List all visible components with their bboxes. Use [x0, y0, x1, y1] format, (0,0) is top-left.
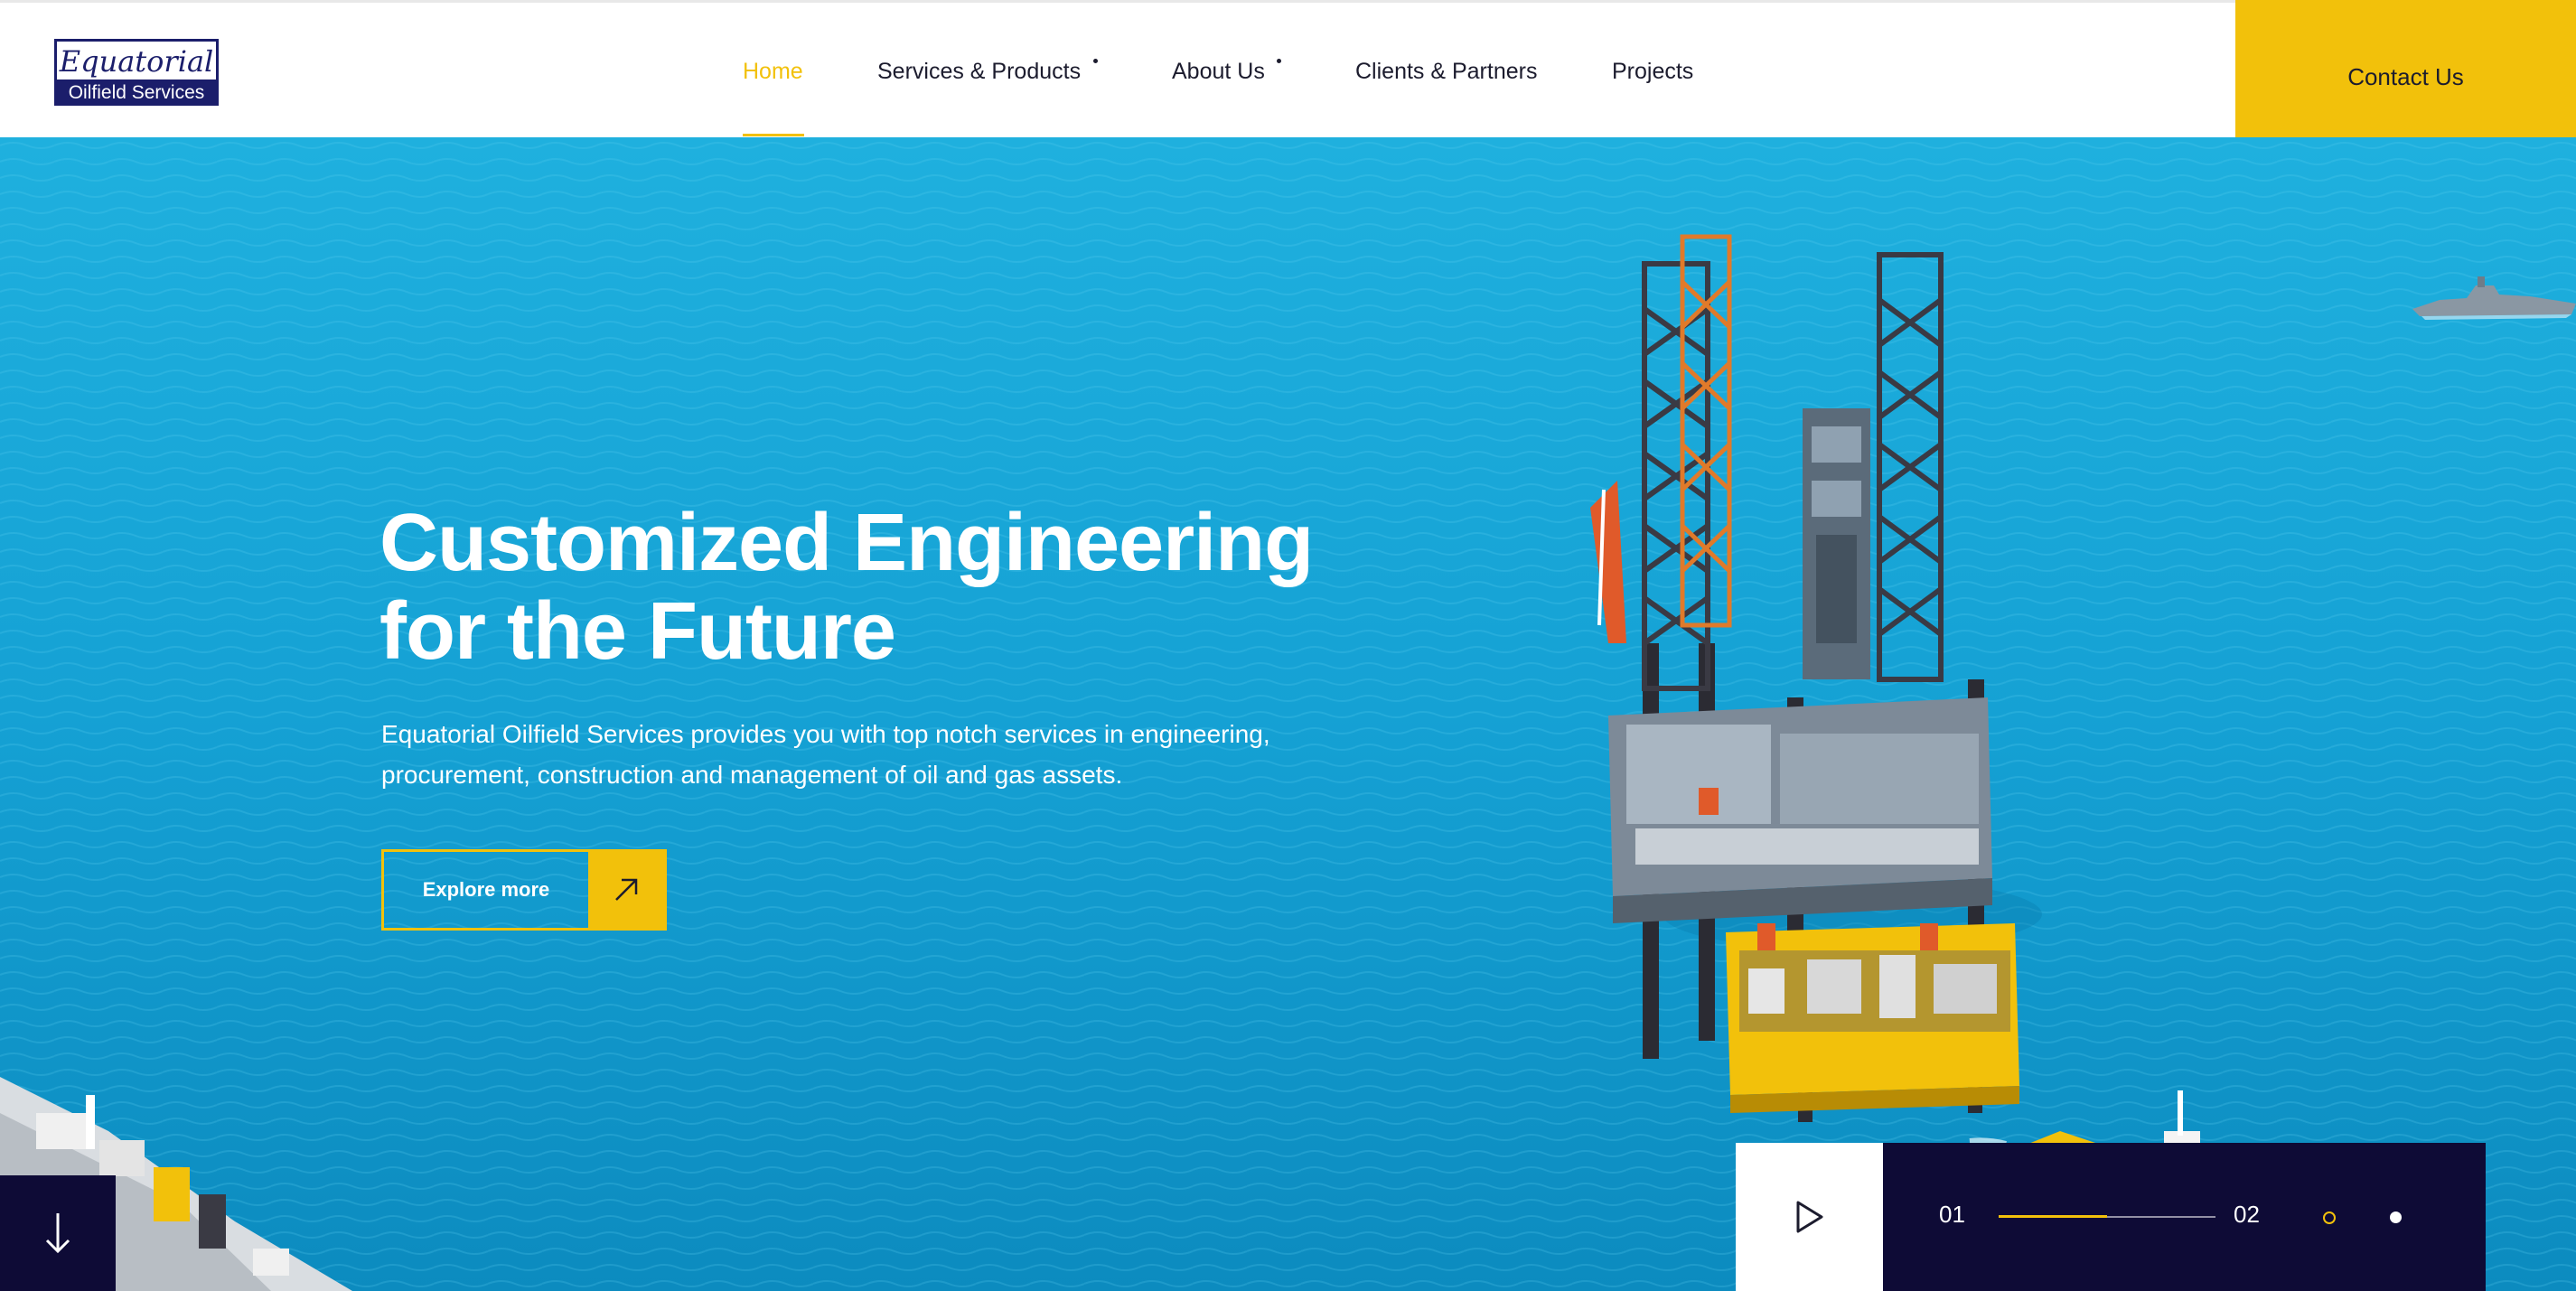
- arrow-up-right-icon: [588, 852, 664, 928]
- contact-us-label: Contact Us: [2347, 62, 2464, 90]
- nav-clients-partners[interactable]: Clients & Partners: [1355, 59, 1537, 85]
- nav-home[interactable]: Home: [743, 59, 803, 85]
- slide-dot-1[interactable]: [2323, 1211, 2336, 1224]
- total-slide-number: 02: [2234, 1201, 2260, 1228]
- site-header: Equatorial Oilfield Services Home Servic…: [0, 0, 2576, 156]
- slider-pagination: 01 02: [1883, 1143, 2486, 1291]
- logo-wordmark: Equatorial: [59, 44, 214, 79]
- current-slide-number: 01: [1939, 1201, 1965, 1228]
- hero-title-line-2: for the Future: [379, 586, 896, 677]
- hero-subtitle-line-1: Equatorial Oilfield Services provides yo…: [381, 720, 1270, 748]
- play-icon: [1796, 1201, 1822, 1233]
- dropdown-indicator-icon: [1277, 59, 1281, 63]
- nav-projects[interactable]: Projects: [1612, 59, 1693, 85]
- nav-services-products[interactable]: Services & Products: [877, 59, 1081, 85]
- active-nav-underline: [743, 134, 804, 136]
- hero-subtitle: Equatorial Oilfield Services provides yo…: [381, 714, 1303, 795]
- play-button[interactable]: [1736, 1143, 1883, 1291]
- hero-subtitle-line-2: procurement, construction and management…: [381, 761, 1123, 789]
- slide-dot-2[interactable]: [2390, 1211, 2402, 1223]
- explore-more-label: Explore more: [422, 878, 550, 901]
- logo-subtitle: Oilfield Services: [57, 80, 216, 103]
- arrow-down-icon: [45, 1213, 70, 1254]
- slider-controls: 01 02: [1736, 1143, 2486, 1291]
- hero-title: Customized Engineering for the Future: [379, 499, 1373, 676]
- scroll-down-button[interactable]: [0, 1175, 116, 1291]
- hero-section: Customized Engineering for the Future Eq…: [0, 137, 2576, 1291]
- nav-about-us[interactable]: About Us: [1172, 59, 1265, 85]
- explore-more-button[interactable]: Explore more: [381, 849, 667, 931]
- hero-title-line-1: Customized Engineering: [379, 498, 1314, 588]
- company-logo[interactable]: Equatorial Oilfield Services: [54, 39, 219, 106]
- dropdown-indicator-icon: [1093, 59, 1098, 63]
- slide-progress-track: [1999, 1215, 2215, 1218]
- contact-us-button[interactable]: Contact Us: [2235, 0, 2576, 154]
- slide-progress-fill: [1999, 1215, 2107, 1218]
